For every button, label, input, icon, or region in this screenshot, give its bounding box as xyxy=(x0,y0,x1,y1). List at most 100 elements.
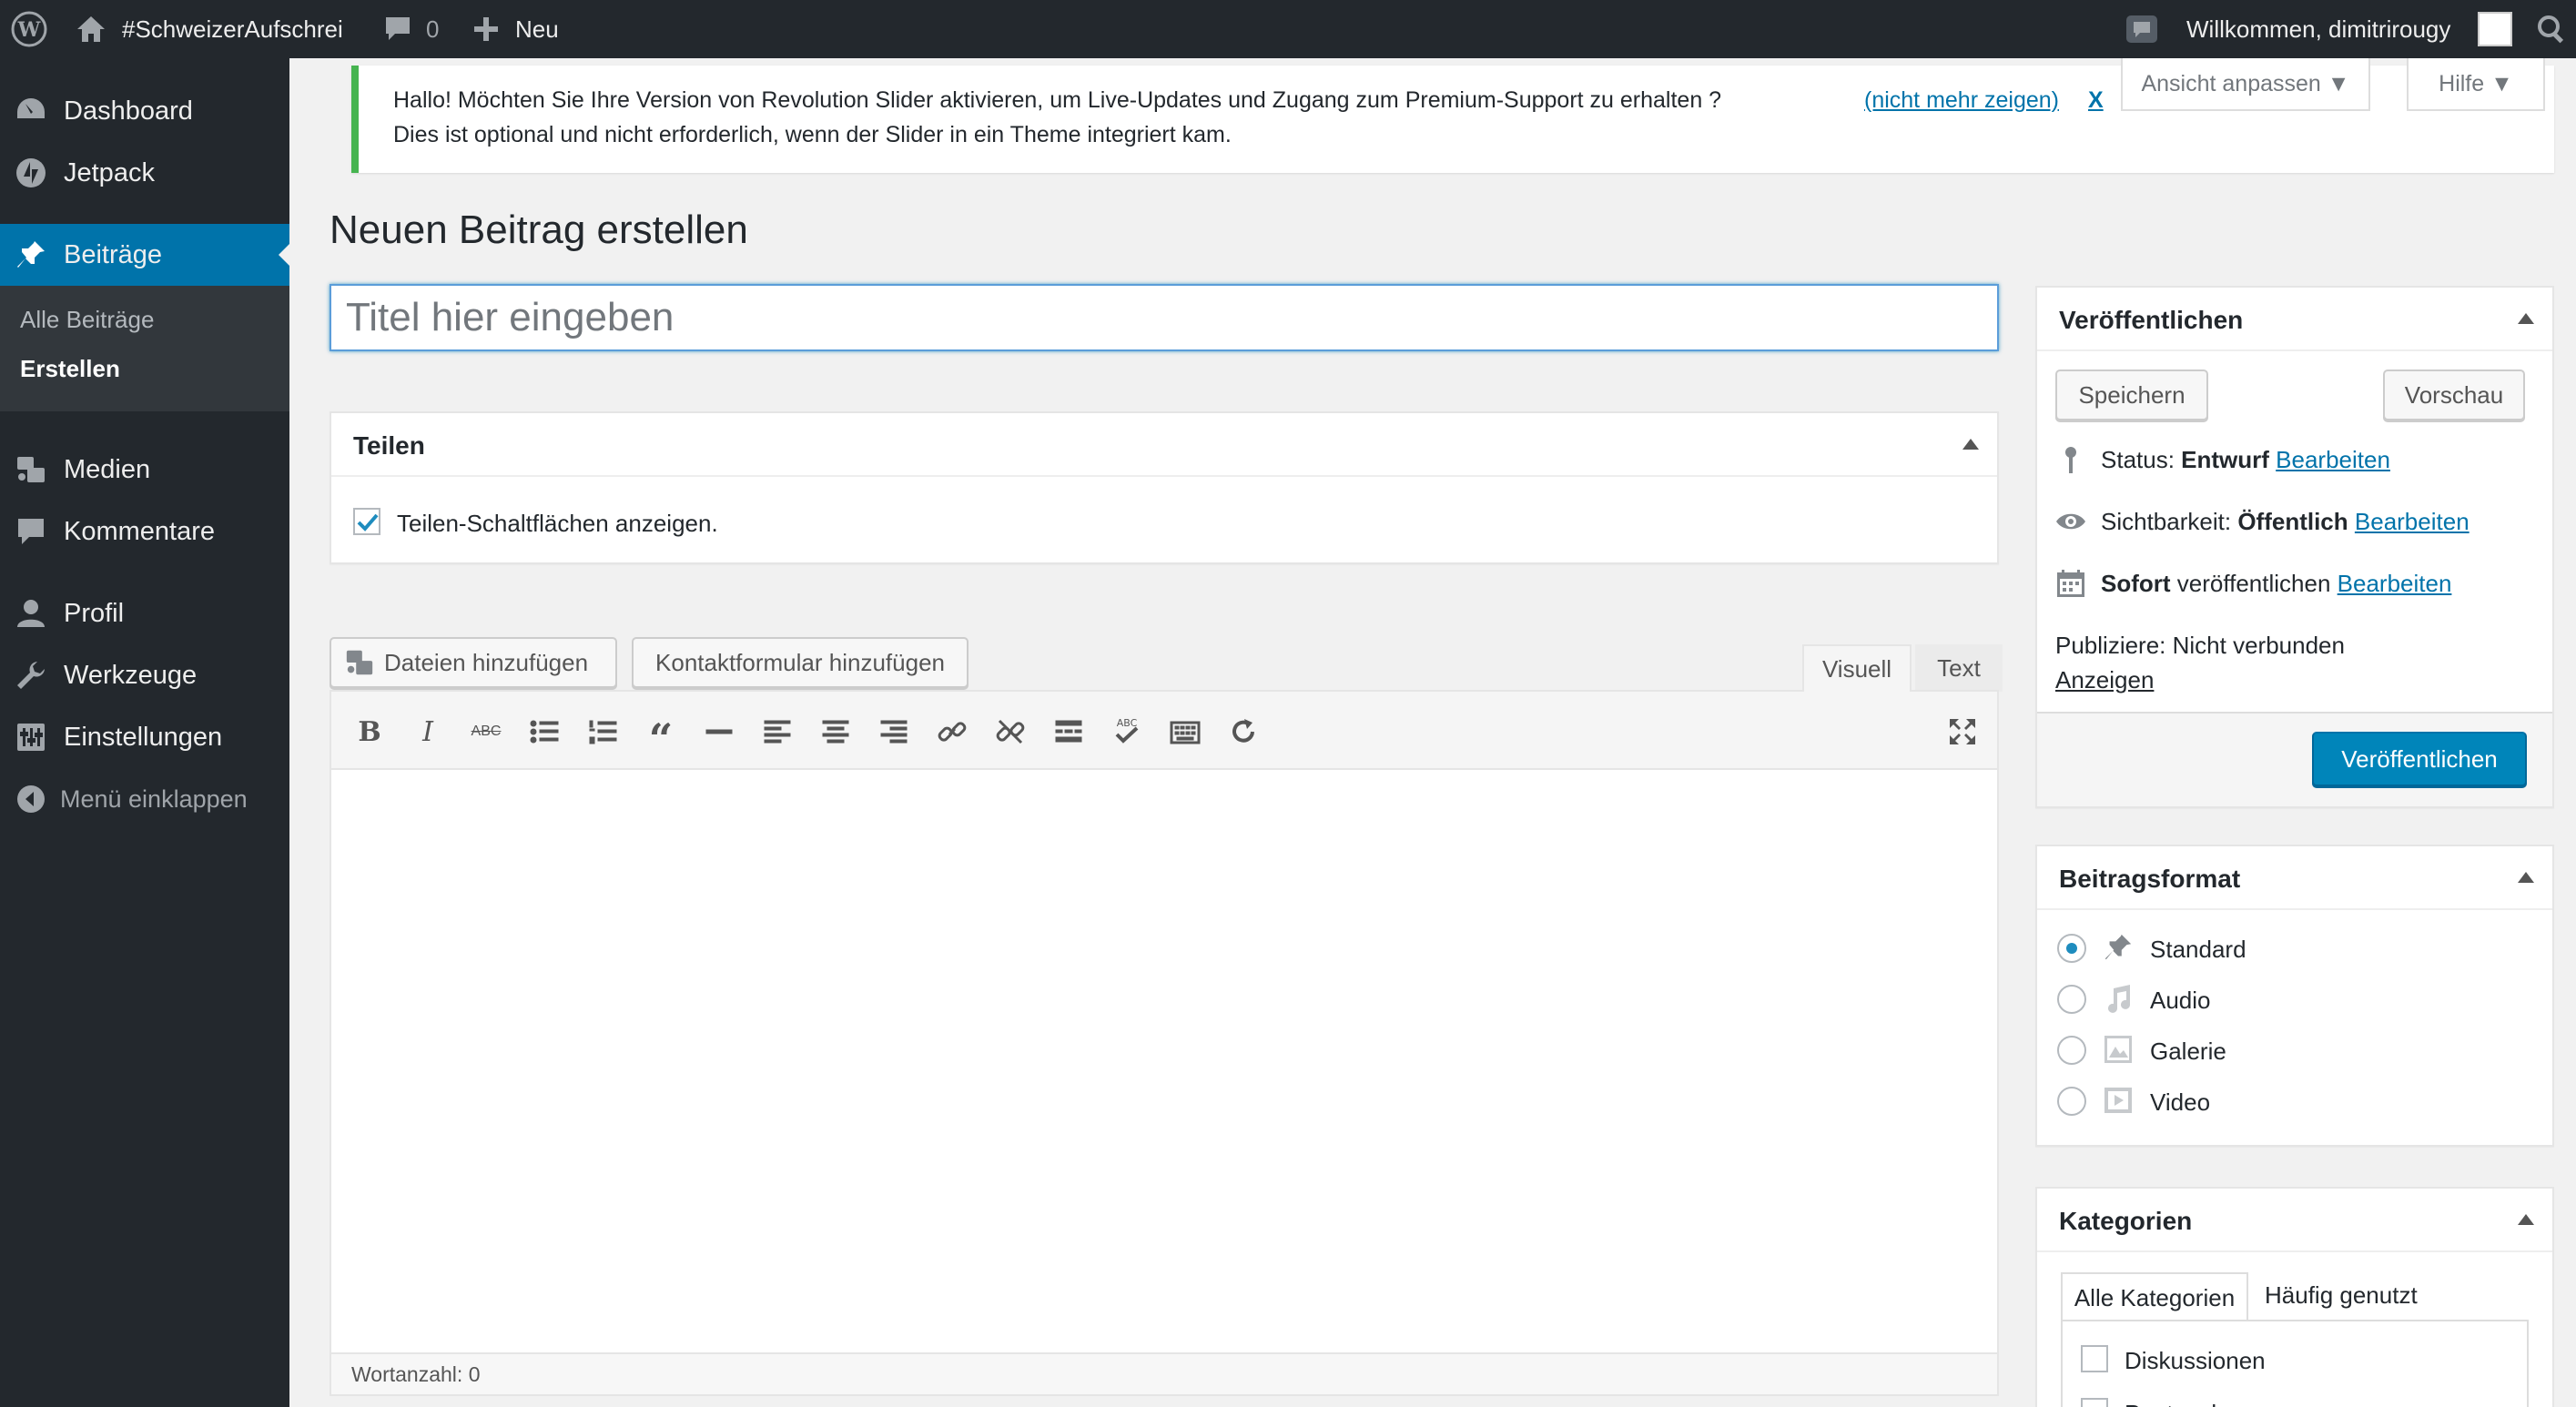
share-checkbox-label: Teilen-Schaltflächen anzeigen. xyxy=(397,510,718,537)
category-checkbox[interactable] xyxy=(2081,1345,2108,1372)
toggle-arrow-icon[interactable] xyxy=(2518,872,2534,883)
help-button[interactable]: Hilfe ▼ xyxy=(2407,58,2545,111)
blockquote-icon[interactable]: “ xyxy=(641,712,681,764)
home-icon[interactable] xyxy=(75,0,107,58)
fullscreen-icon[interactable] xyxy=(1942,712,1983,752)
add-files-button[interactable]: Dateien hinzufügen xyxy=(330,637,617,688)
editor-content[interactable] xyxy=(331,770,1997,1352)
collapse-menu-button[interactable]: Menü einklappen xyxy=(0,768,289,830)
jetpack-icon xyxy=(15,157,47,189)
comments-count[interactable]: 0 xyxy=(426,0,439,58)
publish-postbox: Veröffentlichen Speichern Vorschau Statu… xyxy=(2035,286,2554,808)
refresh-icon[interactable] xyxy=(1223,712,1263,752)
edit-status-link[interactable]: Bearbeiten xyxy=(2276,446,2390,473)
status-value: Entwurf xyxy=(2181,446,2269,473)
sidebar-item-label: Beiträge xyxy=(64,239,163,269)
tab-visual[interactable]: Visuell xyxy=(1802,644,1912,692)
tab-popular-categories[interactable]: Häufig genutzt xyxy=(2265,1281,2418,1310)
categories-postbox-title: Kategorien xyxy=(2059,1207,2193,1235)
audio-icon xyxy=(2103,983,2134,1014)
notice-dismiss-link[interactable]: (nicht mehr zeigen) xyxy=(1864,87,2059,114)
schedule-label: veröffentlichen xyxy=(2176,570,2331,597)
toggle-arrow-icon[interactable] xyxy=(2518,1214,2534,1225)
preview-button[interactable]: Vorschau xyxy=(2383,369,2525,420)
sidebar-item-comments[interactable]: Kommentare xyxy=(0,501,289,562)
sidebar-item-dashboard[interactable]: Dashboard xyxy=(0,80,289,142)
format-label-standard: Standard xyxy=(2150,936,2246,963)
sidebar-item-tools[interactable]: Werkzeuge xyxy=(0,644,289,706)
format-radio-gallery[interactable] xyxy=(2057,1036,2086,1065)
editor-toolbar: B I ABC “ ABC xyxy=(331,692,1997,770)
plus-icon[interactable] xyxy=(472,0,501,58)
notification-icon[interactable] xyxy=(2125,0,2159,58)
sidebar-item-settings[interactable]: Einstellungen xyxy=(0,706,289,768)
italic-icon[interactable]: I xyxy=(408,712,448,752)
share-checkbox[interactable] xyxy=(353,508,380,535)
visibility-label: Sichtbarkeit: xyxy=(2101,508,2232,535)
add-contact-form-button[interactable]: Kontaktformular hinzufügen xyxy=(632,637,969,688)
site-name-link[interactable]: #SchweizerAufschrei xyxy=(122,0,343,58)
user-icon xyxy=(15,597,47,630)
horizontal-rule-icon[interactable] xyxy=(699,712,739,752)
pin-icon xyxy=(15,238,47,271)
submenu-all-posts[interactable]: Alle Beiträge xyxy=(20,306,154,334)
wordpress-logo-icon[interactable]: W xyxy=(11,0,47,58)
sidebar-item-jetpack[interactable]: Jetpack xyxy=(0,142,289,204)
wrench-icon xyxy=(15,659,47,692)
schedule-row: Sofort veröffentlichen Bearbeiten xyxy=(2101,570,2451,598)
comments-icon[interactable] xyxy=(382,0,413,58)
admin-sidebar: Dashboard Jetpack Beiträge Alle Beiträge… xyxy=(0,58,289,1407)
tab-text[interactable]: Text xyxy=(1915,644,2003,692)
screen-options-button[interactable]: Ansicht anpassen ▼ xyxy=(2121,58,2370,111)
publish-postbox-title: Veröffentlichen xyxy=(2059,306,2244,334)
page-title: Neuen Beitrag erstellen xyxy=(330,208,748,252)
numbered-list-icon[interactable] xyxy=(583,712,623,752)
category-checkbox[interactable] xyxy=(2081,1398,2108,1407)
welcome-text[interactable]: Willkommen, dimitrirougy xyxy=(2186,0,2450,58)
notice-dismiss-x[interactable]: X xyxy=(2088,87,2104,114)
strikethrough-icon[interactable]: ABC xyxy=(466,712,506,752)
format-radio-audio[interactable] xyxy=(2057,985,2086,1014)
categories-postbox: Kategorien Alle Kategorien Häufig genutz… xyxy=(2035,1187,2554,1407)
link-icon[interactable] xyxy=(932,712,972,752)
align-center-icon[interactable] xyxy=(816,712,856,752)
bold-icon[interactable]: B xyxy=(350,712,390,752)
keyboard-icon[interactable] xyxy=(1165,712,1205,752)
new-content-link[interactable]: Neu xyxy=(515,0,559,58)
format-postbox: Beitragsformat Standard Audio Galerie Vi… xyxy=(2035,845,2554,1147)
dashboard-icon xyxy=(15,95,47,127)
format-postbox-header[interactable]: Beitragsformat xyxy=(2037,846,2552,910)
save-draft-button[interactable]: Speichern xyxy=(2055,369,2208,420)
category-label: Poetry slam xyxy=(2125,1400,2249,1407)
sidebar-item-media[interactable]: Medien xyxy=(0,439,289,501)
publicize-show-link[interactable]: Anzeigen xyxy=(2055,666,2154,694)
sidebar-item-profile[interactable]: Profil xyxy=(0,582,289,644)
toggle-arrow-icon[interactable] xyxy=(2518,313,2534,324)
publish-postbox-header[interactable]: Veröffentlichen xyxy=(2037,288,2552,351)
bullet-list-icon[interactable] xyxy=(524,712,564,752)
categories-list: Diskussionen Poetry slam xyxy=(2061,1320,2529,1407)
submenu-new-post[interactable]: Erstellen xyxy=(20,355,120,383)
categories-postbox-header[interactable]: Kategorien xyxy=(2037,1189,2552,1252)
avatar[interactable] xyxy=(2478,0,2512,58)
edit-schedule-link[interactable]: Bearbeiten xyxy=(2338,570,2452,597)
svg-text:ABC: ABC xyxy=(1117,717,1138,729)
status-label: Status: xyxy=(2101,446,2175,473)
toggle-arrow-icon[interactable] xyxy=(1962,439,1979,450)
align-left-icon[interactable] xyxy=(757,712,797,752)
search-icon[interactable] xyxy=(2536,0,2567,58)
edit-visibility-link[interactable]: Bearbeiten xyxy=(2355,508,2470,535)
sidebar-item-posts[interactable]: Beiträge xyxy=(0,224,289,286)
publish-button[interactable]: Veröffentlichen xyxy=(2312,732,2527,786)
format-radio-video[interactable] xyxy=(2057,1087,2086,1116)
align-right-icon[interactable] xyxy=(874,712,914,752)
read-more-icon[interactable] xyxy=(1049,712,1089,752)
unlink-icon[interactable] xyxy=(990,712,1030,752)
format-radio-standard[interactable] xyxy=(2057,934,2086,963)
format-label-gallery: Galerie xyxy=(2150,1038,2226,1065)
post-title-input[interactable] xyxy=(330,284,1999,351)
spellcheck-icon[interactable]: ABC xyxy=(1107,712,1147,752)
sidebar-item-label: Jetpack xyxy=(64,157,155,187)
share-postbox-header[interactable]: Teilen xyxy=(331,413,1997,477)
tab-all-categories[interactable]: Alle Kategorien xyxy=(2061,1272,2248,1321)
